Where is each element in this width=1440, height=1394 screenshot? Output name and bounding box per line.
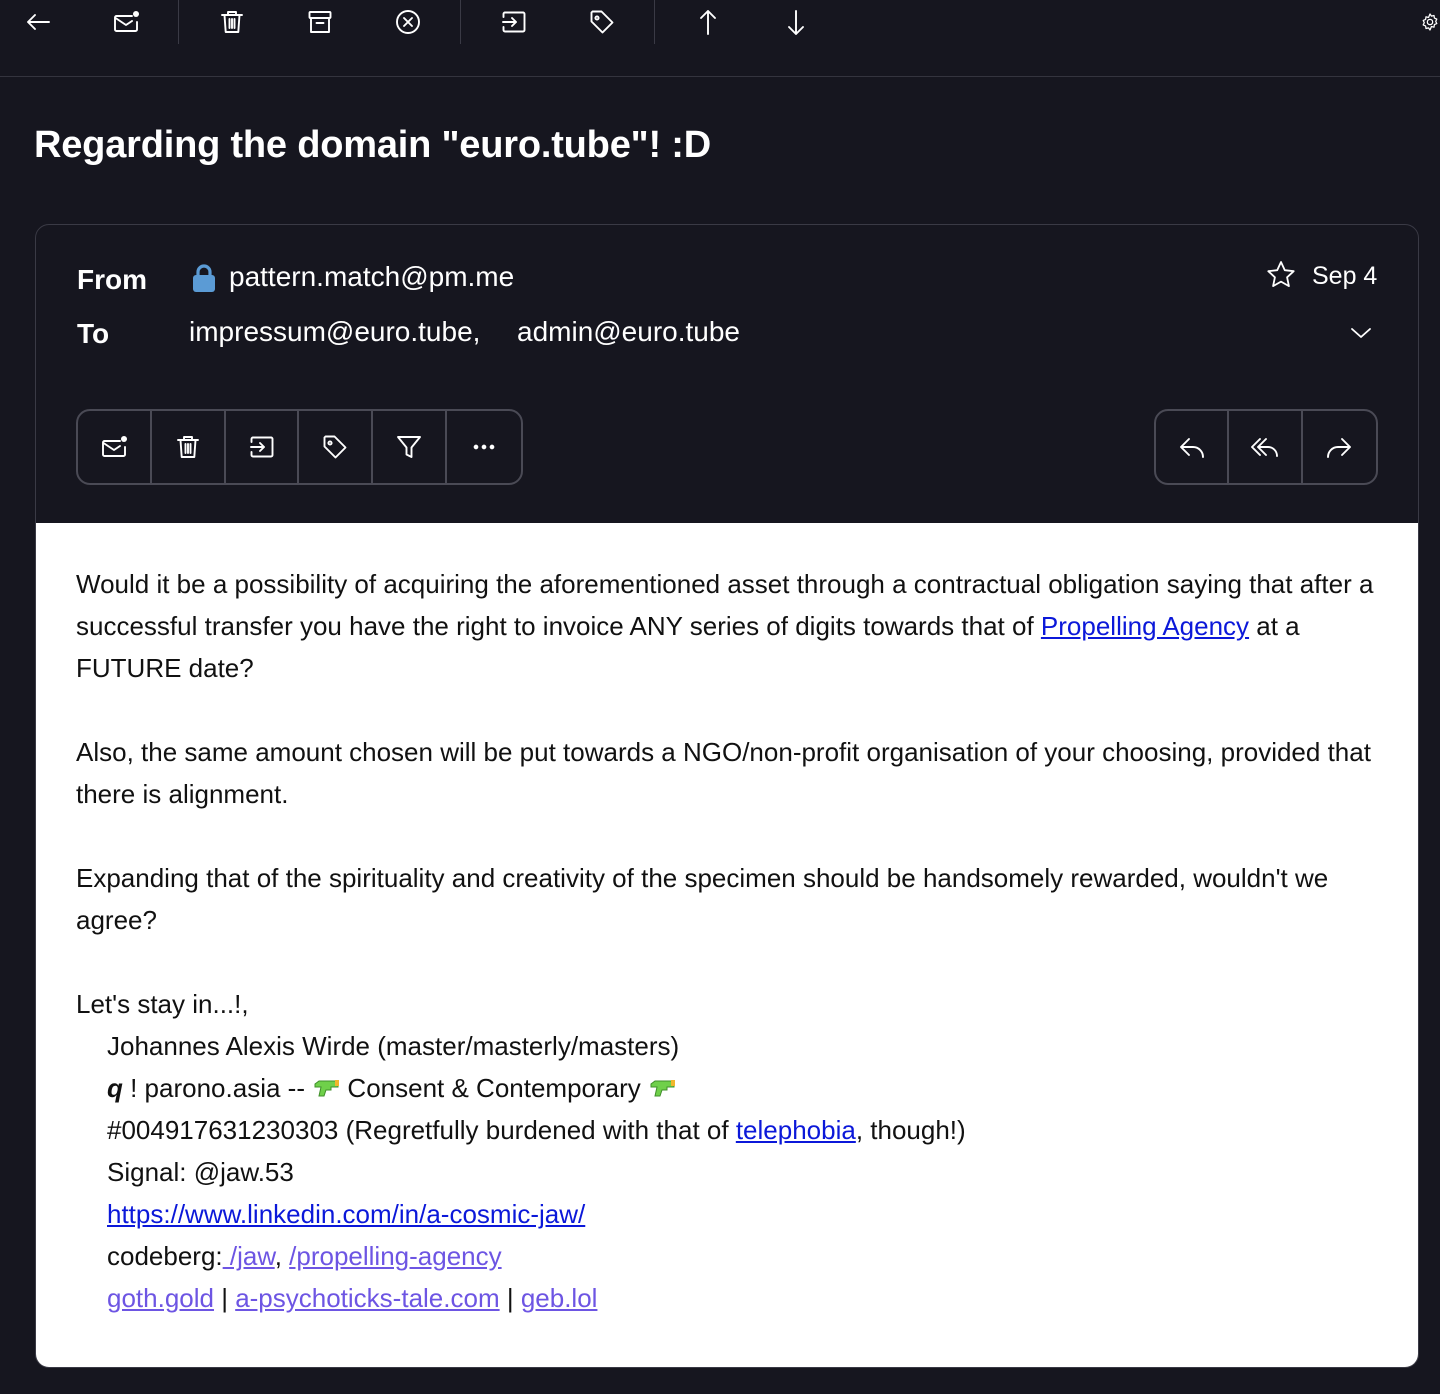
settings-button[interactable] [1410, 0, 1440, 44]
water-pistol-icon [314, 1080, 340, 1097]
star-button[interactable] [1265, 259, 1297, 291]
back-arrow-icon [27, 14, 50, 30]
more-icon [473, 444, 495, 450]
mark-unread-icon [101, 436, 127, 457]
more-button[interactable] [447, 411, 521, 483]
spam-button[interactable] [380, 0, 436, 44]
recipient-address[interactable]: admin@euro.tube [517, 316, 740, 348]
next-message-button[interactable] [768, 0, 824, 44]
forward-icon [1327, 438, 1352, 458]
toolbar-divider [178, 0, 179, 44]
codeberg-jaw-link[interactable]: /jaw [223, 1241, 275, 1271]
chevron-down-icon [1351, 328, 1371, 338]
telephobia-link[interactable]: telephobia [736, 1115, 856, 1145]
signature-phone: #004917631230303 (Regretfully burdened w… [107, 1109, 1378, 1151]
move-to-folder-icon [502, 11, 526, 33]
signature: Johannes Alexis Wirde (master/masterly/m… [76, 1025, 1378, 1319]
settings-icon [1422, 13, 1438, 31]
toolbar-divider [460, 0, 461, 44]
phone-text: #004917631230303 (Regretfully burdened w… [107, 1115, 736, 1145]
tagline-text: Consent & Contemporary [340, 1073, 649, 1103]
previous-message-icon [700, 10, 716, 35]
trash-button[interactable] [204, 0, 260, 44]
lock-icon [193, 264, 215, 292]
geb-lol-link[interactable]: geb.lol [521, 1283, 598, 1313]
linkedin-link[interactable]: https://www.linkedin.com/in/a-cosmic-jaw… [107, 1199, 585, 1229]
message-card: From pattern.match@pm.me To impressum@eu… [35, 224, 1419, 1368]
propelling-agency-link[interactable]: Propelling Agency [1041, 611, 1249, 641]
email-subject: Regarding the domain "euro.tube"! :D [34, 124, 711, 166]
body-paragraph: Would it be a possibility of acquiring t… [76, 563, 1378, 689]
sender-address[interactable]: pattern.match@pm.me [229, 261, 514, 293]
filter-icon [397, 436, 422, 458]
reply-button[interactable] [1156, 411, 1230, 483]
mark-unread-icon [114, 11, 139, 32]
move-to-folder-icon [249, 436, 274, 458]
signature-tagline: q ! parono.asia -- Consent & Contemporar… [107, 1067, 1378, 1109]
codeberg-label: codeberg: [107, 1241, 223, 1271]
from-label: From [77, 264, 147, 295]
message-header: From pattern.match@pm.me To impressum@eu… [36, 225, 1418, 523]
top-toolbar [0, 0, 1440, 77]
spam-icon [396, 10, 420, 34]
back-button[interactable] [10, 0, 66, 44]
trash-button[interactable] [152, 411, 226, 483]
closing-line: Let's stay in...!, [76, 989, 249, 1019]
body-paragraph: Expanding that of the spirituality and c… [76, 863, 1329, 935]
codeberg-propelling-agency-link[interactable]: /propelling-agency [289, 1241, 501, 1271]
archive-button[interactable] [292, 0, 348, 44]
recipient-address[interactable]: impressum@euro.tube, [189, 316, 480, 348]
body-paragraph: Also, the same amount chosen will be put… [76, 737, 1371, 809]
label-icon [323, 435, 347, 459]
signature-sites: goth.gold | a-psychoticks-tale.com | geb… [107, 1277, 1378, 1319]
reply-actions-group [1154, 409, 1378, 485]
signature-codeberg: codeberg: /jaw, /propelling-agency [107, 1235, 1378, 1277]
goth-gold-link[interactable]: goth.gold [107, 1283, 214, 1313]
move-button[interactable] [486, 0, 542, 44]
reply-icon [1179, 438, 1204, 458]
to-label: To [77, 318, 110, 349]
archive-icon [308, 11, 332, 33]
label-button[interactable] [299, 411, 374, 483]
reply-all-icon [1251, 438, 1278, 457]
separator: | [213, 1283, 236, 1313]
psychoticks-tale-link[interactable]: a-psychoticks-tale.com [235, 1283, 499, 1313]
mark-unread-button[interactable] [78, 411, 152, 483]
label-button[interactable] [574, 0, 630, 44]
separator: | [499, 1283, 521, 1313]
expand-details-button[interactable] [1347, 319, 1375, 347]
label-icon [590, 10, 614, 34]
signature-name: Johannes Alexis Wirde (master/masterly/m… [107, 1031, 680, 1061]
trash-icon [221, 11, 243, 33]
q-mark: q [107, 1073, 123, 1103]
move-button[interactable] [226, 411, 300, 483]
toolbar-divider [654, 0, 655, 44]
next-message-icon [788, 10, 804, 35]
tagline-text: ! parono.asia -- [122, 1073, 313, 1103]
message-body: Would it be a possibility of acquiring t… [36, 523, 1418, 1367]
trash-icon [176, 436, 199, 458]
mark-unread-button[interactable] [98, 0, 154, 44]
water-pistol-icon [650, 1080, 676, 1097]
forward-button[interactable] [1303, 411, 1376, 483]
previous-message-button[interactable] [680, 0, 736, 44]
reply-all-button[interactable] [1229, 411, 1303, 483]
message-date: Sep 4 [1312, 262, 1378, 290]
separator: , [274, 1241, 290, 1271]
filter-button[interactable] [373, 411, 448, 483]
signature-signal: Signal: @jaw.53 [107, 1157, 294, 1187]
phone-text: , though!) [855, 1115, 966, 1145]
star-icon [1267, 261, 1295, 287]
signature-linkedin: https://www.linkedin.com/in/a-cosmic-jaw… [107, 1193, 1378, 1235]
message-actions-group [76, 409, 523, 485]
